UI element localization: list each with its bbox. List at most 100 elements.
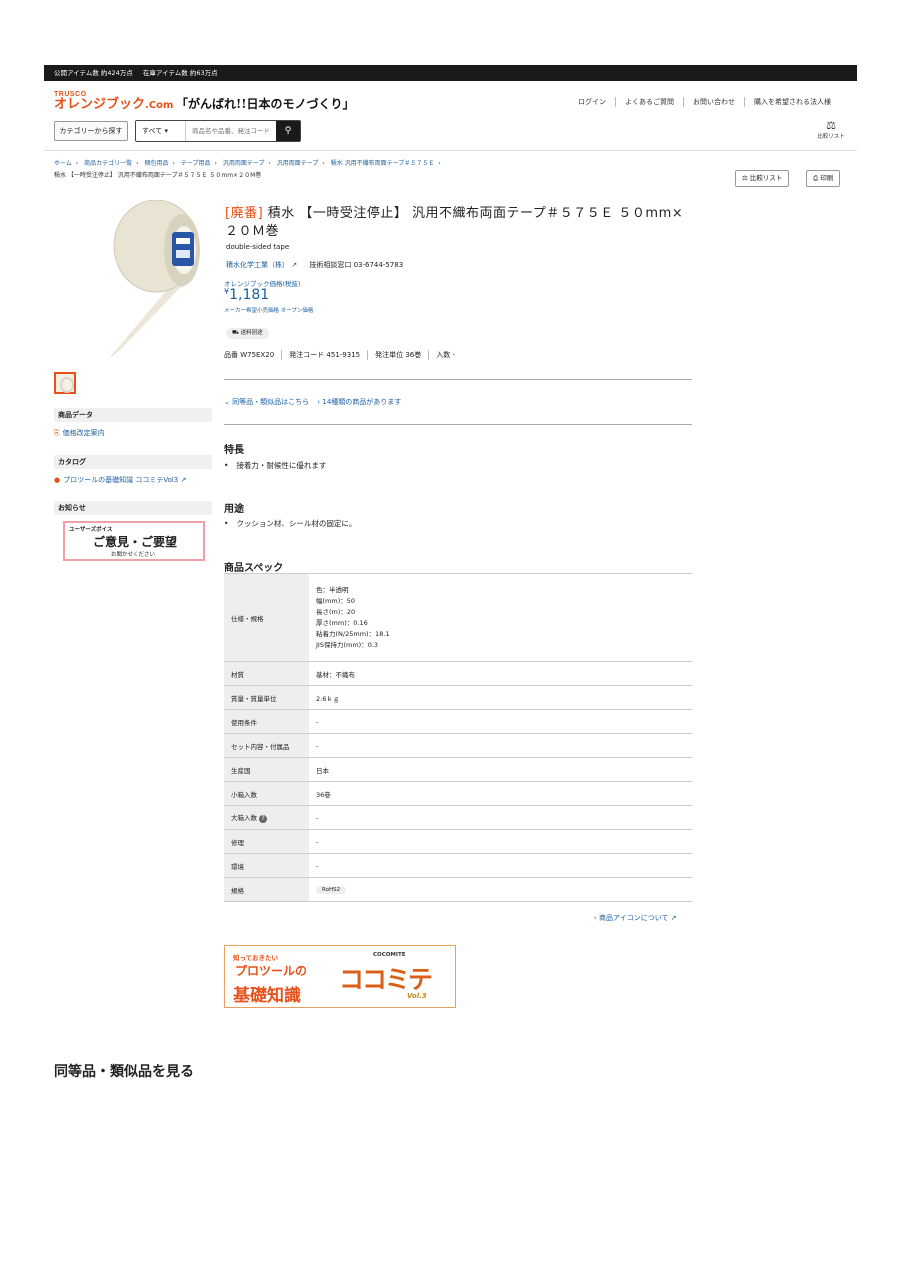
spec-line: JIS保持力(mm)：0.3 [316,640,379,649]
scale-icon: ⚖ [826,119,836,132]
banner-vol: Vol.3 [407,992,427,1000]
compare-list-header[interactable]: ⚖ 比較リスト [813,119,849,141]
spec-table: 仕様・規格 色：半透明 幅(mm)：50 長さ(m)：20 厚さ(mm)：0.1… [224,573,692,902]
add-to-compare-label: 比較リスト [749,174,783,182]
usage-item: クッション材、シール材の固定に。 [224,518,356,529]
user-voice-banner[interactable]: ユーザーズボイス ご意見・ご要望 お聞かせください [63,521,205,561]
add-to-compare-button[interactable]: ⚖ 比較リスト [735,170,790,187]
product-title-text: 積水 【一時受注停止】 汎用不織布両面テープ＃５７５Ｅ ５０mm×２０Ｍ巻 [225,206,684,239]
similar-products-link[interactable]: ⌄ 同等品・類似品はこちら › 14種類の商品があります [224,397,401,407]
logo-brand: オレンジブック.Com [54,98,173,113]
breadcrumb-tape[interactable]: テープ用品 [181,160,211,167]
print-button[interactable]: ⎙ 印刷 [806,170,841,187]
chevron-right-icon: › [75,160,79,167]
sidebar-news-heading: お知らせ [54,501,212,515]
sidebar-product-data-heading: 商品データ [54,408,212,422]
category-button[interactable]: カテゴリーから探す [54,121,128,141]
spec-key: 大箱入数 [231,814,257,822]
scale-icon: ⚖ [742,174,748,182]
product-icon-label: 商品アイコンについて [599,914,669,922]
similar-products-heading: 同等品・類似品を見る [54,1064,194,1080]
product-title: [廃番] 積水 【一時受注停止】 汎用不織布両面テープ＃５７５Ｅ ５０mm×２０… [225,205,695,241]
breadcrumb-double-sided-2[interactable]: 汎用両面テープ [277,160,319,167]
site-logo[interactable]: TRUSCO オレンジブック.Com [54,91,173,113]
spec-value: 2.6ｋｇ [309,685,692,710]
shipping-badge: ⛟ 送料別途 [226,328,269,339]
catalog-icon: ● [54,476,61,484]
public-items-count: 公開アイテム数 約424万点 [54,69,133,77]
search-bar: すべて ⚲ [135,120,301,142]
breadcrumb-product-series[interactable]: 積水 汎用不織布両面テープ＃５７５Ｅ [331,160,435,167]
breadcrumb-packaging[interactable]: 梱包用品 [145,160,169,167]
nav-faq[interactable]: よくあるご質問 [615,97,683,107]
part-number: 品番 W75EX20 [224,351,275,359]
catalog-link[interactable]: ● プロツールの基礎知識 ココミテVol3 ↗ [54,475,186,485]
search-icon: ⚲ [284,126,292,136]
pdf-icon: ⎘ [54,429,60,437]
feature-item: 接着力・耐候性に優れます [224,460,326,471]
table-row: 環境 - [224,853,692,878]
spec-key: 環境 [224,853,309,878]
spec-line: 粘着力(N/25mm)：18.1 [316,629,390,638]
voice-label-main: ご意見・ご要望 [93,535,178,549]
table-row: 大箱入数 ? - [224,805,692,830]
table-row: セット内容・付属品 - [224,733,692,758]
spec-heading: 商品スペック [224,563,284,574]
product-image[interactable] [96,200,202,360]
maker-link[interactable]: 積水化学工業（株） ↗ [226,261,297,269]
header-nav: ログイン よくあるご質問 お問い合わせ 購入を希望される法人様 [569,97,840,107]
spec-value: - [309,733,692,758]
spec-key: 質量・質量単位 [224,685,309,710]
divider [224,424,692,425]
search-input[interactable] [186,121,276,141]
nav-corporate[interactable]: 購入を希望される法人様 [744,97,840,107]
spec-key: 小箱入数 [224,781,309,806]
cocomite-banner[interactable]: 知っておきたい プロツールの 基礎知識 ココミテ COCOMITE Vol.3 [224,945,456,1008]
table-row: 小箱入数 36巻 [224,781,692,806]
discontinued-tag: [廃番] [225,206,264,221]
logo-suffix: .Com [145,100,174,111]
breadcrumb-home[interactable]: ホーム [54,160,72,167]
spec-key: 規格 [224,877,309,902]
topbar: 公開アイテム数 約424万点 在庫アイテム数 約63万点 [44,65,857,81]
table-row: 使用条件 - [224,709,692,734]
product-thumbnail[interactable] [54,372,76,394]
price-value: 1,181 [229,287,270,303]
product-codes: 品番 W75EX20 発注コード 451-9315 発注単位 36巻 入数 - [224,350,462,360]
breadcrumb-double-sided-1[interactable]: 汎用両面テープ [223,160,265,167]
header-divider [44,150,857,151]
truck-icon: ⛟ [232,330,239,336]
table-row: 質量・質量単位 2.6ｋｇ [224,685,692,710]
print-label: 印刷 [820,174,834,182]
order-code: 発注コード 451-9315 [281,350,367,360]
spec-value: 36巻 [309,781,692,806]
product-icon-link[interactable]: › 商品アイコンについて ↗ [594,913,677,923]
spec-line: 長さ(m)：20 [316,607,356,616]
spec-value: 色：半透明 幅(mm)：50 長さ(m)：20 厚さ(mm)：0.16 粘着力(… [309,573,692,662]
chevron-right-icon: › [268,160,271,167]
spec-value: 日本 [309,757,692,782]
divider [224,379,692,380]
banner-cocomite-en: COCOMITE [373,952,406,958]
breadcrumb: ホーム › 商品カテゴリ一覧 › 梱包用品 › テープ用品 › 汎用両面テープ › 汎用両… [54,158,694,167]
help-icon[interactable]: ? [259,815,268,823]
breadcrumb-category-list[interactable]: 商品カテゴリ一覧 [84,160,132,167]
search-button[interactable]: ⚲ [276,121,300,141]
features-heading: 特長 [224,445,244,456]
compare-list-label: 比較リスト [817,134,845,140]
nav-login[interactable]: ログイン [569,97,615,107]
spec-key: 使用条件 [224,709,309,734]
nav-contact[interactable]: お問い合わせ [683,97,744,107]
table-row: 修理 - [224,829,692,854]
table-row: 生産国 日本 [224,757,692,782]
price-revision-link[interactable]: ⎘ 価格改定案内 [54,428,105,438]
banner-line3: 基礎知識 [233,986,301,1006]
banner-line2: プロツールの [235,964,308,978]
table-row: 規格 RoHS2 [224,877,692,902]
search-scope-select[interactable]: すべて [136,121,186,141]
chevron-right-icon: › [172,160,175,167]
spec-key: セット内容・付属品 [224,733,309,758]
stock-items-count: 在庫アイテム数 約63万点 [142,69,218,77]
spec-value-cell: RoHS2 [309,877,692,902]
quantity: 入数 - [428,350,462,360]
